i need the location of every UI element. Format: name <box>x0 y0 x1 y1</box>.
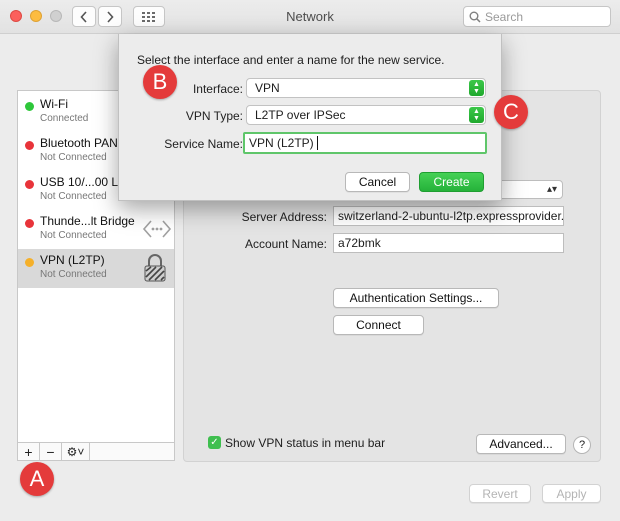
service-item-thunderbolt-bridge[interactable]: Thunde...lt Bridge Not Connected <box>18 210 174 249</box>
server-address-label: Server Address: <box>241 210 327 224</box>
service-status: Not Connected <box>40 191 107 202</box>
revert-button[interactable]: Revert <box>469 484 531 503</box>
service-status: Not Connected <box>40 230 107 241</box>
vpn-type-label: VPN Type: <box>185 109 243 123</box>
status-dot <box>25 180 34 189</box>
annotation-c: C <box>494 95 528 129</box>
popup-stepper-icon: ▲ ▼ <box>469 80 484 96</box>
service-name: Wi-Fi <box>40 97 68 111</box>
search-input[interactable] <box>485 9 605 24</box>
service-name-value: VPN (L2TP) <box>249 136 314 150</box>
cancel-button[interactable]: Cancel <box>345 172 410 192</box>
popup-stepper-icon: ▲ ▼ <box>469 107 484 123</box>
status-dot <box>25 258 34 267</box>
help-button[interactable]: ? <box>573 436 591 454</box>
search-box[interactable] <box>463 6 611 27</box>
account-name-field[interactable]: a72bmk <box>333 233 564 253</box>
annotation-a: A <box>20 462 54 496</box>
service-status: Connected <box>40 113 89 124</box>
service-status: Not Connected <box>40 269 107 280</box>
service-name: VPN (L2TP) <box>40 253 105 267</box>
status-dot <box>25 219 34 228</box>
remove-service-button[interactable]: − <box>40 443 62 460</box>
service-name-field[interactable]: VPN (L2TP) <box>243 132 487 154</box>
action-menu-button[interactable]: ⚙˅ <box>62 443 90 460</box>
add-service-button[interactable]: + <box>18 443 40 460</box>
service-name-label: Service Name: <box>164 137 243 151</box>
status-dot <box>25 102 34 111</box>
thunderbolt-bridge-icon <box>142 220 172 238</box>
service-item-vpn-l2tp[interactable]: VPN (L2TP) Not Connected <box>18 249 174 288</box>
advanced-button[interactable]: Advanced... <box>476 434 566 454</box>
annotation-b: B <box>143 65 177 99</box>
authentication-settings-button[interactable]: Authentication Settings... <box>333 288 499 308</box>
vpn-type-popup[interactable]: L2TP over IPSec ▲ ▼ <box>246 105 486 125</box>
new-service-sheet: Select the interface and enter a name fo… <box>118 34 502 201</box>
vpn-type-value: L2TP over IPSec <box>255 108 346 122</box>
status-dot <box>25 141 34 150</box>
server-address-field[interactable]: switzerland-2-ubuntu-l2tp.expressprovide… <box>333 206 564 226</box>
chevron-updown-icon: ▴▾ <box>546 184 557 195</box>
search-icon <box>469 11 481 23</box>
interface-popup[interactable]: VPN ▲ ▼ <box>246 78 486 98</box>
service-status: Not Connected <box>40 152 107 163</box>
service-name: Thunde...lt Bridge <box>40 214 135 228</box>
sheet-prompt: Select the interface and enter a name fo… <box>137 53 445 67</box>
text-caret <box>316 136 318 150</box>
create-button[interactable]: Create <box>419 172 484 192</box>
interface-value: VPN <box>255 81 280 95</box>
service-list-toolbar: + − ⚙˅ <box>17 443 175 461</box>
vpn-lock-icon <box>144 254 166 282</box>
apply-button[interactable]: Apply <box>542 484 601 503</box>
account-name-label: Account Name: <box>244 237 327 251</box>
show-vpn-status-label: Show VPN status in menu bar <box>225 436 386 450</box>
show-vpn-status-checkbox[interactable]: ✓ <box>208 436 221 449</box>
connect-button[interactable]: Connect <box>333 315 424 335</box>
